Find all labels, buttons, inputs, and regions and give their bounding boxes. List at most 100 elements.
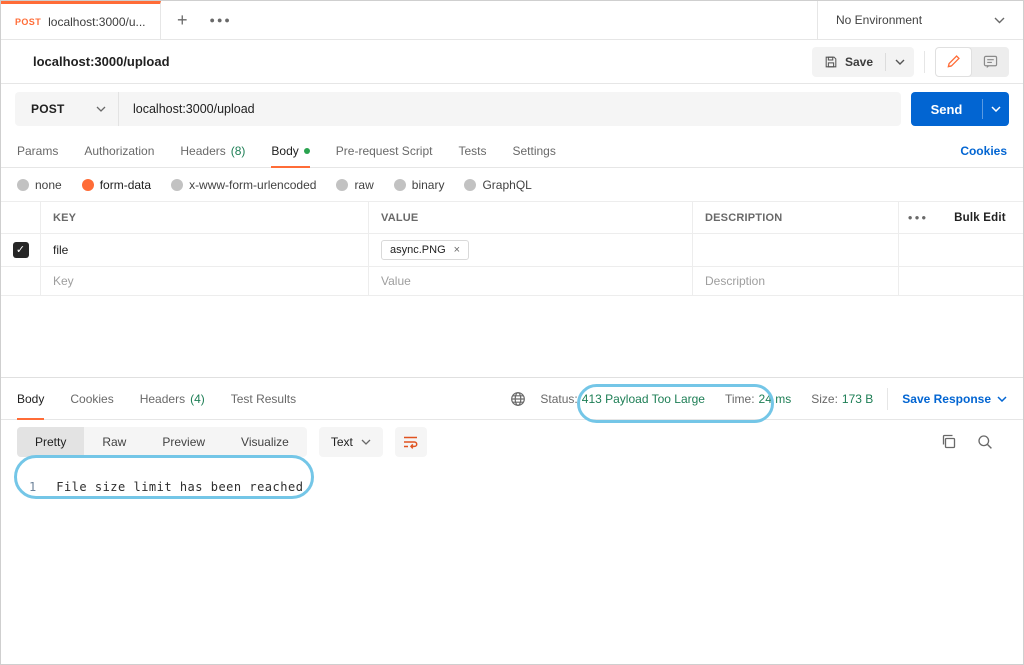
tab-pre-request-script[interactable]: Pre-request Script (336, 134, 433, 167)
pencil-icon (947, 55, 960, 68)
method-label: POST (31, 102, 65, 116)
comment-button[interactable] (972, 47, 1009, 77)
wrap-text-button[interactable] (394, 427, 427, 457)
chevron-down-icon (994, 17, 1005, 23)
time-value: 24 ms (758, 391, 792, 406)
save-button[interactable]: Save (812, 55, 885, 69)
save-icon (825, 56, 837, 67)
save-options-button[interactable] (886, 59, 914, 65)
description-cell[interactable] (693, 234, 899, 266)
radio-icon (171, 178, 184, 191)
environment-label: No Environment (836, 13, 923, 27)
chevron-down-icon (96, 106, 106, 112)
table-row: ✓ file async.PNG × (1, 234, 1023, 267)
send-options-button[interactable] (983, 106, 1009, 112)
radio-form-data[interactable]: form-data (81, 178, 151, 192)
format-label: Text (330, 435, 353, 449)
response-tab-test-results[interactable]: Test Results (231, 378, 296, 419)
edit-button[interactable] (935, 46, 972, 77)
response-toolbar: Pretty Raw Preview Visualize Text (1, 420, 1023, 464)
postman-app: POST localhost:3000/u... + ●●● No Enviro… (0, 0, 1024, 665)
tab-authorization[interactable]: Authorization (84, 134, 154, 167)
chevron-down-icon (997, 395, 1007, 402)
form-data-table: KEY VALUE DESCRIPTION ●●● Bulk Edit ✓ fi… (1, 201, 1023, 296)
tab-body[interactable]: Body (271, 134, 311, 168)
tab-params[interactable]: Params (17, 134, 58, 167)
url-input[interactable]: localhost:3000/upload (119, 102, 255, 116)
response-tab-body[interactable]: Body (17, 378, 45, 420)
copy-icon (942, 434, 956, 449)
network-globe-icon (511, 391, 526, 406)
size-value: 173 B (841, 391, 874, 406)
format-dropdown[interactable]: Text (318, 427, 383, 457)
tab-bar: POST localhost:3000/u... + ●●● No Enviro… (1, 1, 1023, 40)
request-tabs: Params Authorization Headers (8) Body Pre… (1, 134, 1023, 168)
environment-selector[interactable]: No Environment (817, 1, 1023, 39)
response-line: 1 File size limit has been reached (1, 480, 1023, 494)
search-icon (978, 435, 992, 449)
view-pretty-button[interactable]: Pretty (17, 427, 85, 457)
tab-options-icon[interactable]: ●●● (210, 15, 232, 25)
headers-count: (8) (230, 143, 246, 158)
tab-settings[interactable]: Settings (513, 134, 556, 167)
copy-button[interactable] (941, 434, 957, 450)
radio-none[interactable]: none (17, 178, 62, 192)
view-visualize-button[interactable]: Visualize (223, 427, 307, 457)
search-button[interactable] (977, 434, 993, 450)
edit-comment-toggle (935, 46, 1009, 77)
radio-x-www-form-urlencoded[interactable]: x-www-form-urlencoded (171, 178, 316, 192)
radio-raw[interactable]: raw (336, 178, 374, 192)
response-tab-cookies[interactable]: Cookies (70, 378, 113, 419)
view-preview-button[interactable]: Preview (144, 427, 223, 457)
response-header: Body Cookies Headers (4) Test Results Sta… (1, 377, 1023, 420)
tab-tests[interactable]: Tests (458, 134, 486, 167)
value-input-placeholder[interactable]: Value (369, 267, 693, 295)
status-value: 413 Payload Too Large (581, 391, 705, 406)
chevron-down-icon (361, 439, 371, 445)
request-tab[interactable]: POST localhost:3000/u... (1, 1, 161, 39)
view-raw-button[interactable]: Raw (84, 427, 144, 457)
send-button[interactable]: Send (911, 102, 982, 117)
request-title-row: localhost:3000/upload Save (1, 40, 1023, 84)
radio-binary[interactable]: binary (393, 178, 444, 192)
save-button-label: Save (844, 54, 873, 69)
response-actions (941, 434, 1007, 450)
body-type-selector: none form-data x-www-form-urlencoded raw… (1, 168, 1023, 201)
tab-headers[interactable]: Headers (8) (180, 134, 245, 167)
description-column-header: DESCRIPTION (693, 202, 899, 233)
remove-file-icon[interactable]: × (454, 244, 460, 256)
radio-selected-icon (81, 178, 94, 191)
description-input-placeholder[interactable]: Description (693, 267, 899, 295)
divider (887, 387, 889, 410)
save-response-button[interactable]: Save Response (902, 392, 1007, 406)
response-tab-headers[interactable]: Headers (4) (140, 378, 205, 419)
key-cell[interactable]: file (41, 234, 369, 266)
request-title: localhost:3000/upload (33, 54, 170, 69)
request-body-empty-space (1, 296, 1023, 377)
tabbar-actions: + ●●● (161, 1, 232, 39)
method-dropdown[interactable]: POST (15, 92, 119, 126)
radio-icon (17, 178, 29, 191)
value-column-header: VALUE (369, 202, 693, 233)
url-row: POST localhost:3000/upload Send (1, 84, 1023, 134)
view-mode-switcher: Pretty Raw Preview Visualize (17, 427, 307, 457)
response-headers-count: (4) (190, 391, 205, 406)
comment-icon (983, 55, 998, 68)
value-cell: async.PNG × (369, 234, 693, 266)
radio-icon (464, 178, 477, 191)
bulk-edit-button[interactable]: Bulk Edit (937, 202, 1023, 233)
row-checkbox[interactable]: ✓ (12, 242, 29, 258)
column-options-icon[interactable]: ●●● (899, 202, 937, 233)
size-indicator[interactable]: Size: 173 B (805, 392, 879, 406)
tab-method-badge: POST (15, 16, 42, 27)
time-indicator[interactable]: Time: 24 ms (719, 392, 797, 406)
title-actions: Save (811, 46, 1009, 77)
key-input-placeholder[interactable]: Key (41, 267, 369, 295)
radio-graphql[interactable]: GraphQL (464, 178, 532, 192)
file-chip[interactable]: async.PNG × (381, 240, 470, 260)
cookies-link[interactable]: Cookies (960, 144, 1007, 158)
status-indicator[interactable]: Status: 413 Payload Too Large (534, 392, 711, 406)
chevron-down-icon (991, 106, 1001, 112)
file-chip-label: async.PNG (390, 244, 446, 256)
new-tab-button[interactable]: + (177, 11, 188, 29)
